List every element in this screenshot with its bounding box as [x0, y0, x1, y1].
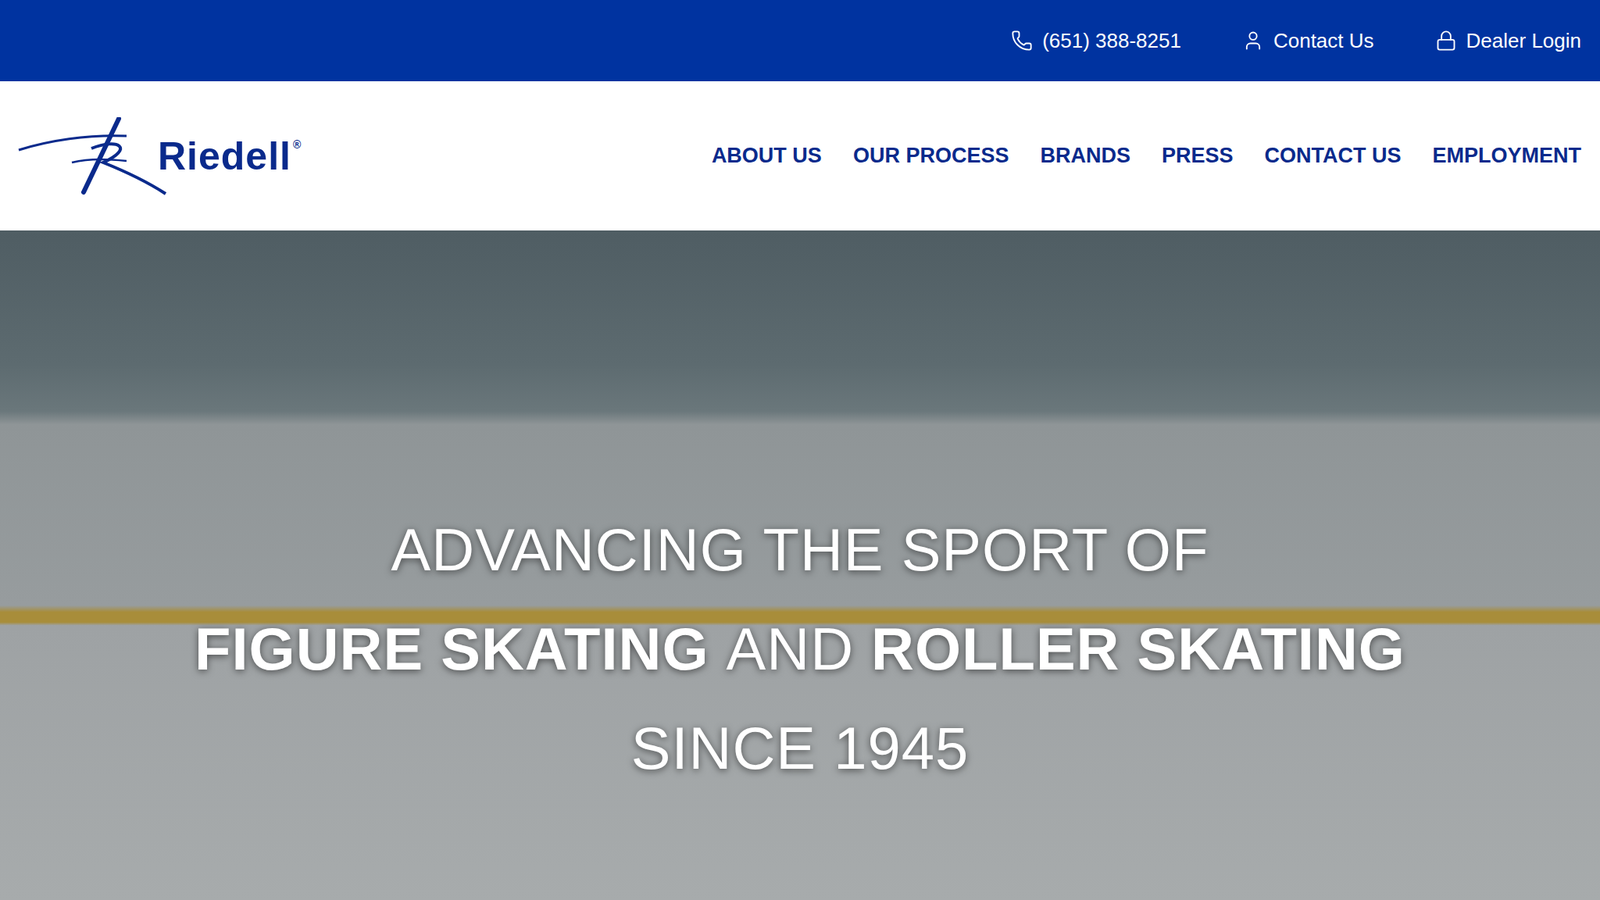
- hero-text: AND: [726, 614, 854, 683]
- phone-icon: [1010, 29, 1033, 52]
- hero-text: ADVANCING THE SPORT OF: [391, 515, 1210, 584]
- user-icon: [1242, 29, 1265, 52]
- hero-line: SINCE 1945: [631, 698, 969, 798]
- nav-link[interactable]: EMPLOYMENT: [1432, 143, 1582, 168]
- login-link[interactable]: Dealer Login: [1435, 28, 1582, 54]
- contact-link[interactable]: Contact Us: [1242, 28, 1375, 54]
- page: (651) 388-8251 Contact Us Dealer Login Ried…: [0, 0, 1600, 900]
- lock-icon: [1435, 29, 1458, 52]
- hero: ADVANCING THE SPORT OF FIGURE SKATINGANDR…: [0, 230, 1600, 900]
- nav-link[interactable]: PRESS: [1161, 143, 1234, 168]
- header: Riedell® ABOUT US OUR PROCESS BRANDS PRESS CO…: [0, 81, 1600, 231]
- hero-line: ADVANCING THE SPORT OF: [391, 500, 1210, 600]
- phone-link[interactable]: (651) 388-8251: [1010, 28, 1182, 54]
- logo[interactable]: Riedell®: [17, 117, 302, 196]
- nav-link[interactable]: ABOUT US: [711, 143, 822, 168]
- top-bar: (651) 388-8251 Contact Us Dealer Login: [0, 0, 1600, 82]
- nav-link[interactable]: OUR PROCESS: [853, 143, 1010, 168]
- hero-text: SINCE 1945: [631, 714, 969, 783]
- main-nav: ABOUT US OUR PROCESS BRANDS PRESS CONTACT US…: [711, 143, 1582, 168]
- hero-text: FIGURE SKATING: [194, 614, 710, 683]
- logo-text: Riedell®: [157, 133, 302, 179]
- nav-link[interactable]: CONTACT US: [1264, 143, 1401, 168]
- logo-swoosh-icon: [17, 117, 174, 196]
- nav-link[interactable]: BRANDS: [1039, 143, 1131, 168]
- hero-line: FIGURE SKATINGANDROLLER SKATING: [194, 599, 1406, 699]
- hero-text: ROLLER SKATING: [871, 614, 1406, 683]
